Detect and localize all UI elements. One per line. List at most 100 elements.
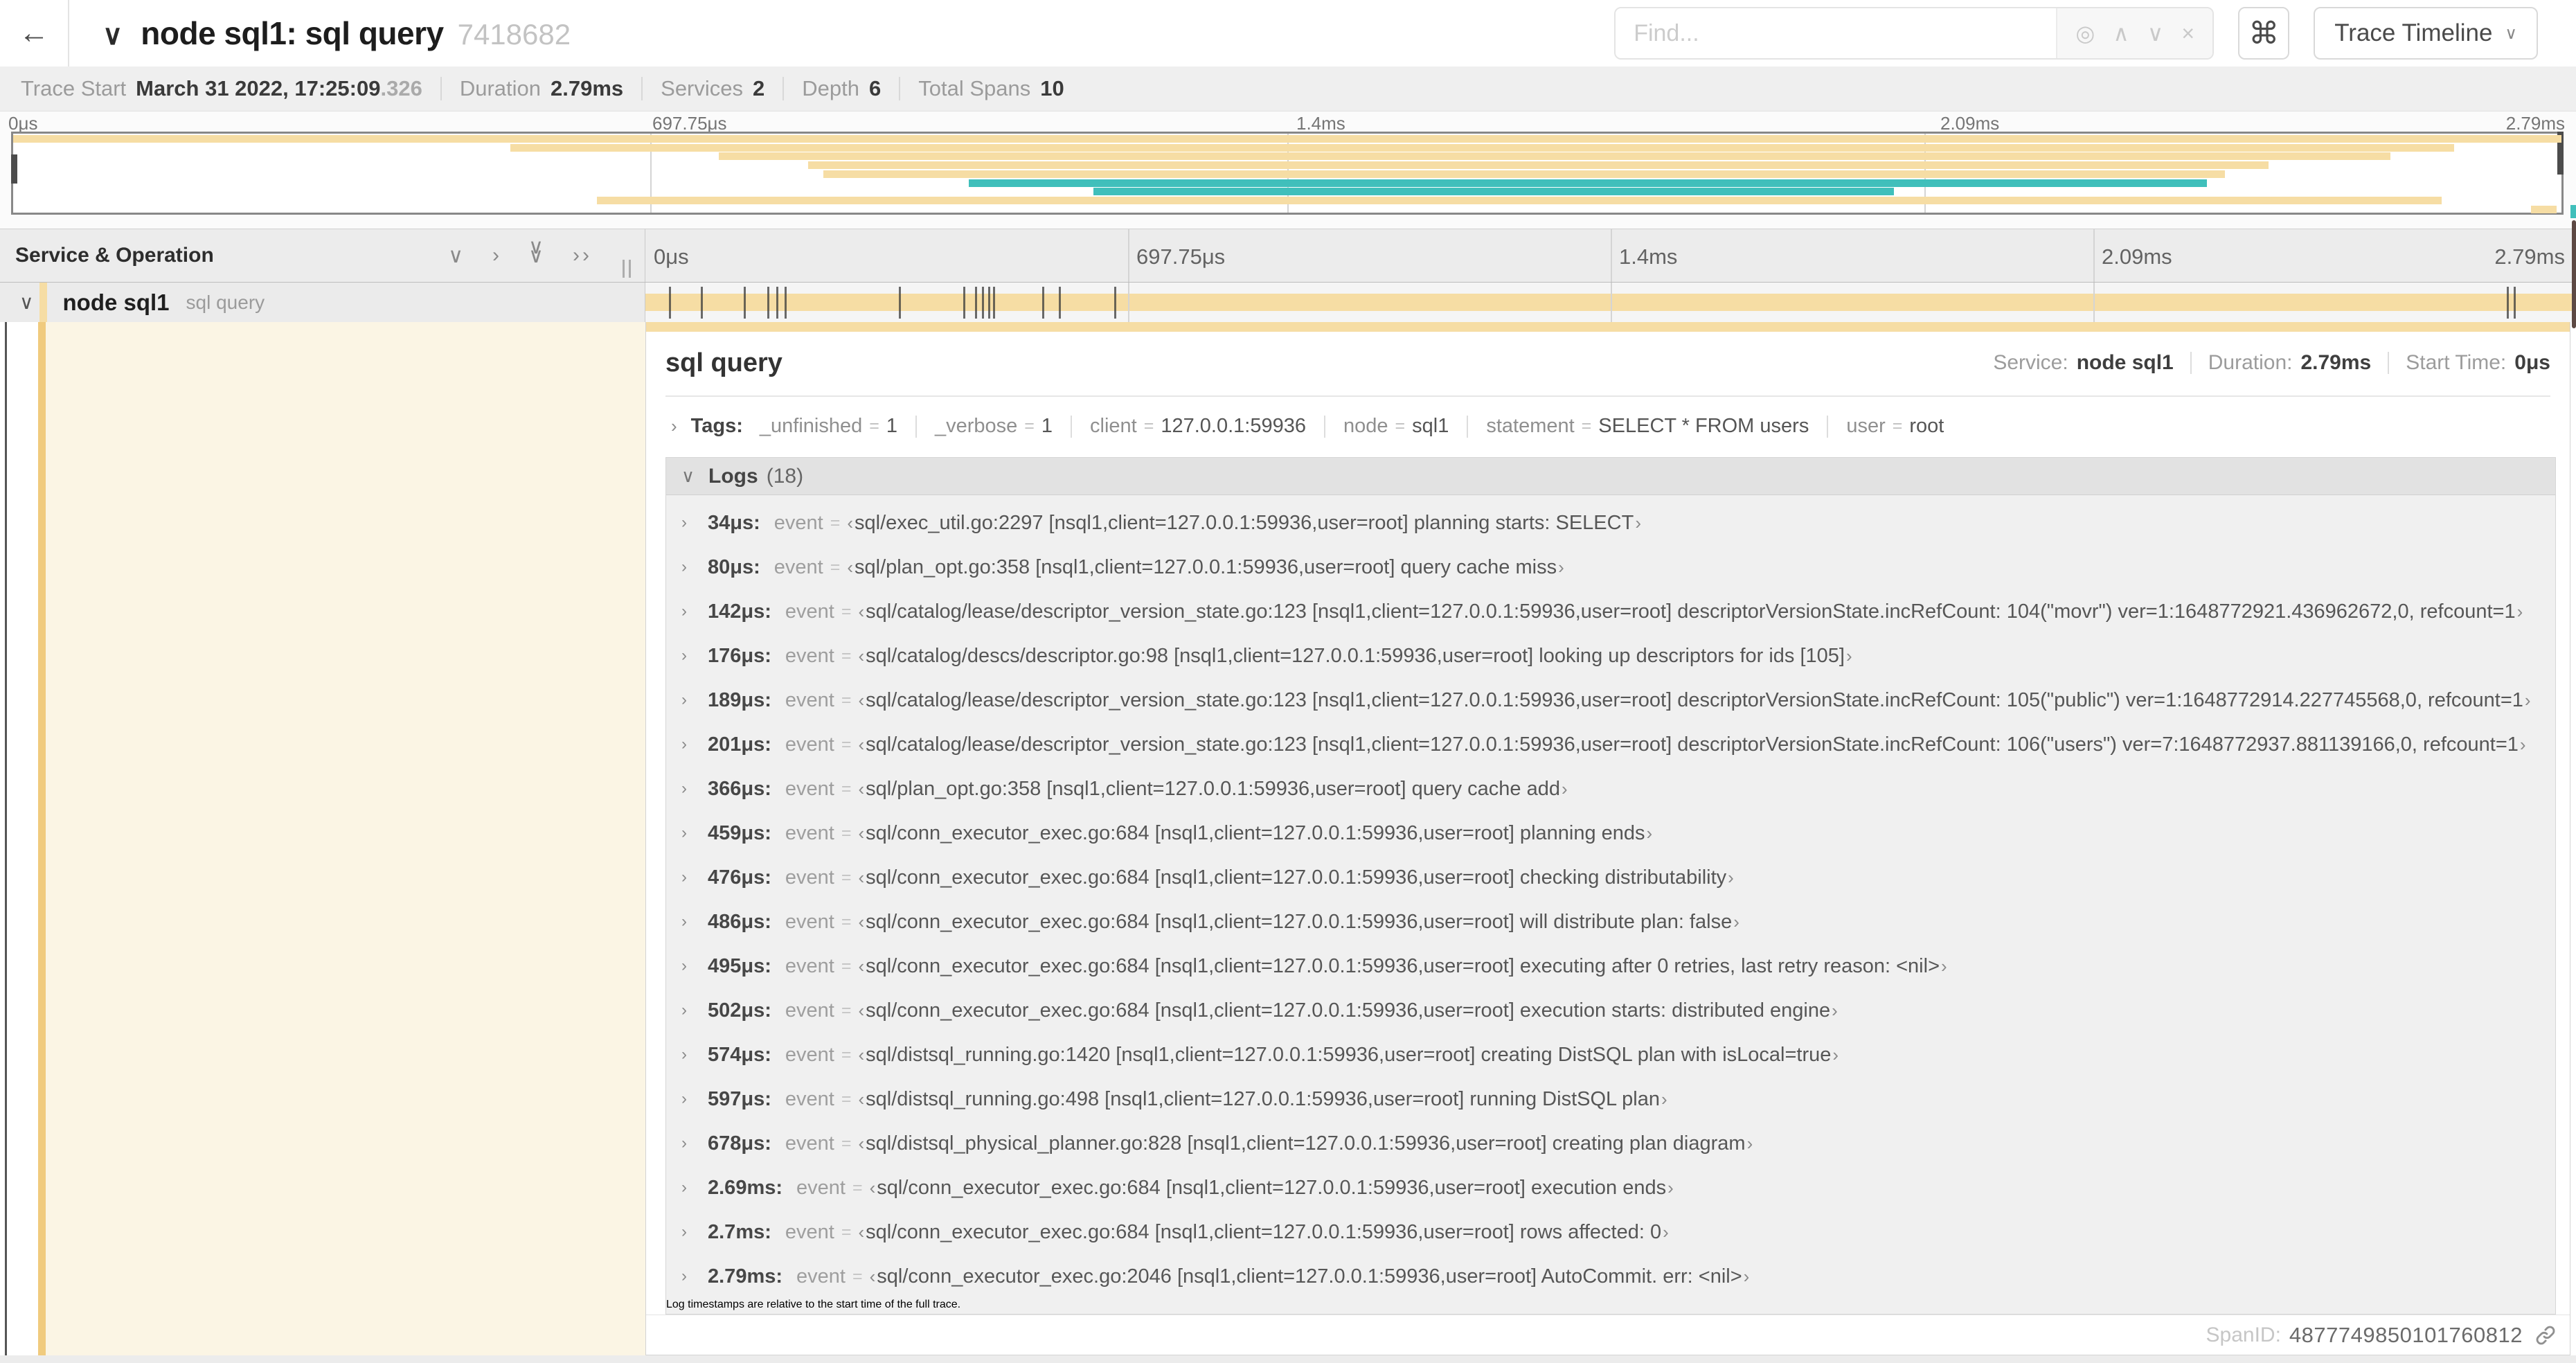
log-row[interactable]: › 80μs: event = ‹ sql/plan_opt.go:358 [nsql1,… [666,545,2555,589]
collapse-one-icon[interactable]: ∨ [448,244,463,268]
chevron-right-icon: › [681,912,687,931]
minimap-left-scrubber[interactable] [11,154,17,184]
close-quote: › [1635,512,1641,533]
logs-list: › 34μs: event = ‹ sql/exec_util.go:2297 [nsql… [666,495,2555,1314]
tag-item[interactable]: statement = SELECT * FROM users [1486,415,1809,438]
link-icon[interactable] [2534,1324,2557,1347]
command-icon: ⌘ [2248,16,2280,51]
trace-view-select[interactable]: Trace Timeline ∨ [2314,7,2538,60]
open-quote: ‹ [858,1088,865,1110]
separator [782,77,785,100]
equals-sign: = [830,557,841,577]
log-row[interactable]: › 34μs: event = ‹ sql/exec_util.go:2297 [nsql… [666,501,2555,545]
expand-all-icon[interactable]: › [573,244,580,268]
span-id-value: 4877749850101760812 [2289,1322,2523,1347]
trace-collapse-chevron-icon[interactable]: ∨ [102,19,123,51]
log-row[interactable]: › 2.7ms: event = ‹ sql/conn_executor_exec.go:… [666,1210,2555,1254]
trace-meta-label: Total Spans [918,76,1031,100]
detail-meta-label: Duration: [2208,351,2293,374]
expand-one-icon[interactable]: › [492,244,499,268]
log-field-key: event [785,733,834,756]
log-row[interactable]: › 176μs: event = ‹ sql/catalog/descs/descript… [666,634,2555,678]
tag-item[interactable]: node = sql1 [1343,415,1449,438]
tag-item[interactable]: _unfinished = 1 [760,415,897,438]
log-row[interactable]: › 142μs: event = ‹ sql/catalog/lease/descript… [666,589,2555,634]
logs-header[interactable]: ∨ Logs (18) [666,458,2555,495]
trace-meta-item: Services 2 [661,76,764,101]
equals-sign: = [841,734,852,754]
top-bar-actions: ◎ ∧ ∨ × ⌘ Trace Timeline ∨ [1614,7,2538,60]
trace-meta-value-suffix: .326 [380,76,422,100]
back-arrow-icon: ← [19,16,49,50]
log-row[interactable]: › 574μs: event = ‹ sql/distsql_running.go:142… [666,1033,2555,1077]
trace-timeline-page: ← ∨ node sql1: sql query 7418682 ◎ ∧ ∨ × ⌘ … [0,0,2576,1363]
find-input[interactable] [1616,8,2057,58]
span-color-bar [39,283,47,322]
close-quote: › [1845,645,1852,666]
log-row[interactable]: › 201μs: event = ‹ sql/catalog/lease/descript… [666,722,2555,767]
trace-meta-value: 6 [869,76,882,100]
separator [1324,415,1325,438]
chevron-down-icon[interactable]: ∨ [19,291,34,314]
tag-key: statement [1486,415,1575,437]
span-row[interactable]: ∨ node sql1 sql query [0,283,2576,322]
log-field-key: event [785,999,834,1022]
logs-label: Logs [708,464,758,488]
equals-sign: = [1143,416,1154,436]
close-quote: › [1728,866,1734,888]
equals-sign: = [852,1266,863,1286]
collapse-all-icon[interactable]: ∨ [528,244,544,268]
span-row-track[interactable] [645,283,2576,322]
next-match-icon[interactable]: ∨ [2147,20,2163,46]
close-quote: › [1941,955,1947,977]
log-row[interactable]: › 486μs: event = ‹ sql/conn_executor_exec.go:… [666,900,2555,944]
keyboard-shortcuts-button[interactable]: ⌘ [2238,7,2290,60]
log-field-key: event [785,644,834,667]
log-row[interactable]: › 597μs: event = ‹ sql/distsql_running.go:498… [666,1077,2555,1121]
log-row[interactable]: › 2.79ms: event = ‹ sql/conn_executor_exec.go… [666,1254,2555,1299]
tag-item[interactable]: client = 127.0.0.1:59936 [1090,415,1306,438]
close-quote: › [1832,1044,1839,1065]
span-detail-header: sql query Service: node sql1 Duration: 2.79… [646,335,2570,391]
tags-accordion[interactable]: › Tags: _unfinished = 1 _verbose = 1 client = 12… [646,397,2570,452]
log-field-value: sql/catalog/lease/descriptor_version_sta… [866,600,2516,623]
close-quote: › [1733,911,1739,932]
chevron-right-icon: › [681,735,687,754]
span-row-name-column[interactable]: ∨ node sql1 sql query [0,283,645,322]
log-row[interactable]: › 366μs: event = ‹ sql/plan_opt.go:358 [nsql1… [666,767,2555,811]
log-row[interactable]: › 189μs: event = ‹ sql/catalog/lease/descript… [666,678,2555,722]
detail-meta-label: Service: [1993,351,2068,374]
log-row[interactable]: › 502μs: event = ‹ sql/conn_executor_exec.go:… [666,988,2555,1033]
tag-item[interactable]: _verbose = 1 [935,415,1053,438]
separator [2190,352,2192,374]
log-timestamp: 2.79ms: [708,1265,783,1288]
log-timestamp: 80μs: [708,555,760,578]
log-row[interactable]: › 678μs: event = ‹ sql/distsql_physical_plann… [666,1121,2555,1166]
locate-icon[interactable]: ◎ [2075,20,2095,46]
log-row[interactable]: › 495μs: event = ‹ sql/conn_executor_exec.go:… [666,944,2555,988]
open-quote: ‹ [858,689,865,711]
chevron-right-icon: › [681,1134,687,1152]
log-marker-tick [2507,287,2510,319]
close-quote: › [2524,689,2531,711]
open-quote: ‹ [858,1132,865,1154]
minimap-span-bar [510,143,2455,152]
log-timestamp: 34μs: [708,511,760,534]
back-button[interactable]: ← [0,0,69,66]
tag-key: _verbose [934,415,1018,437]
service-operation-title: Service & Operation [15,244,214,267]
column-resizer-grip[interactable] [623,260,638,278]
log-row[interactable]: › 2.69ms: event = ‹ sql/conn_executor_exec.go… [666,1166,2555,1210]
timeline-scrollbar-thumb[interactable] [2572,220,2576,328]
log-row[interactable]: › 476μs: event = ‹ sql/conn_executor_exec.go:… [666,855,2555,900]
tag-key: _unfinished [759,415,863,437]
prev-match-icon[interactable]: ∧ [2113,20,2129,46]
tag-item[interactable]: user = root [1846,415,1944,438]
ruler-label: 2.09ms [2102,244,2172,269]
timeline-minimap[interactable] [11,132,2564,215]
clear-search-icon[interactable]: × [2181,21,2194,46]
log-row[interactable]: › 459μs: event = ‹ sql/conn_executor_exec.go:… [666,811,2555,855]
log-marker-tick [898,287,901,319]
chevron-right-icon: › [681,779,687,798]
equals-sign: = [1892,416,1903,436]
